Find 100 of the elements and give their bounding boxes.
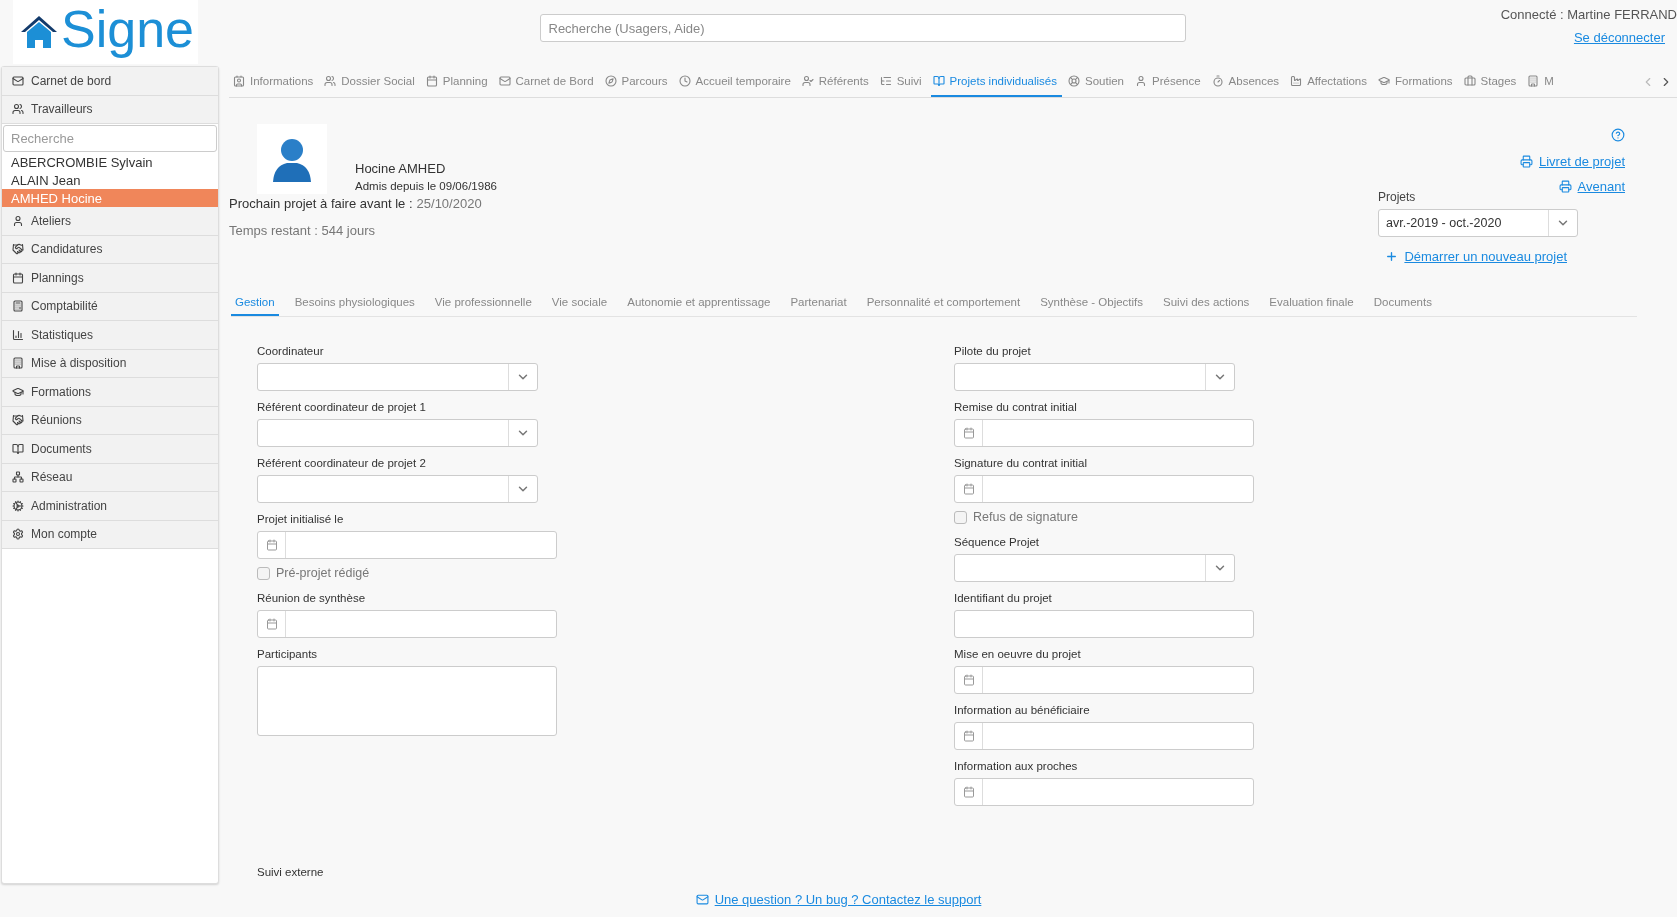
tab[interactable]: Planning	[423, 67, 493, 97]
sidebar-item[interactable]: Statistiques	[2, 321, 218, 350]
section-tab[interactable]: Gestion	[231, 296, 279, 316]
field-label: Coordinateur	[257, 345, 325, 357]
book-icon	[12, 442, 24, 455]
tab[interactable]: Dossier Social	[322, 67, 420, 97]
envelope-icon	[12, 74, 24, 87]
new-project-link[interactable]: Démarrer un nouveau projet	[1385, 249, 1567, 264]
projects-label: Projets	[1378, 190, 1416, 204]
field-label: Référent coordinateur de projet 2	[257, 457, 427, 469]
tab[interactable]: Stages	[1461, 67, 1522, 97]
sidebar-item[interactable]: Travailleurs	[2, 95, 218, 124]
sidebar-item[interactable]: Ateliers	[2, 207, 218, 236]
tab[interactable]: Projets individualisés	[930, 67, 1062, 97]
sidebar-item[interactable]: Mise à disposition	[2, 349, 218, 378]
plus-icon	[1385, 250, 1399, 263]
date-field[interactable]	[954, 419, 1254, 447]
person-icon	[12, 214, 24, 227]
tab[interactable]: Affectations	[1288, 67, 1372, 97]
gears-icon	[12, 499, 24, 512]
field-label: Information aux proches	[954, 760, 1079, 772]
section-tab[interactable]: Personnalité et comportement	[862, 296, 1025, 316]
sidebar-item[interactable]: Candidatures	[2, 235, 218, 264]
field-label: Mise en oeuvre du projet	[954, 648, 1082, 660]
date-field[interactable]	[954, 666, 1254, 694]
select-field[interactable]	[954, 363, 1235, 391]
section-tab[interactable]: Besoins physiologiques	[290, 296, 419, 316]
logout-link[interactable]: Se déconnecter	[1573, 30, 1665, 45]
field-label: Pilote du projet	[954, 345, 1032, 357]
sidebar-item[interactable]: Réunions	[2, 406, 218, 435]
worker-item[interactable]: ABERCROMBIE Sylvain	[2, 153, 218, 171]
building-icon	[1527, 75, 1540, 87]
network-icon	[12, 471, 24, 484]
date-field[interactable]	[257, 531, 557, 559]
section-tab[interactable]: Documents	[1369, 296, 1436, 316]
date-field[interactable]	[954, 475, 1254, 503]
sidebar-item[interactable]: Plannings	[2, 264, 218, 293]
tab[interactable]: Soutien	[1066, 67, 1129, 97]
tab[interactable]: Absences	[1209, 67, 1285, 97]
support-link[interactable]: Une question ? Un bug ? Contactez le support	[714, 892, 982, 907]
amendment-link[interactable]: Avenant	[1558, 179, 1625, 194]
search-field[interactable]: Recherche (Usagers, Aide)	[539, 14, 1186, 42]
tab[interactable]: Accueil temporaire	[676, 67, 796, 97]
sidebar-item[interactable]: Réseau	[2, 463, 218, 492]
tab[interactable]: M	[1525, 67, 1559, 97]
worker-item[interactable]: AMHED Hocine	[2, 189, 218, 207]
building-icon	[12, 357, 24, 370]
calendar-icon	[962, 427, 975, 439]
calculator-icon	[12, 300, 24, 313]
field-label: Réunion de synthèse	[257, 592, 367, 604]
select-field[interactable]	[954, 554, 1235, 582]
users-icon	[12, 103, 24, 116]
worker-item[interactable]: ALAIN Jean	[2, 171, 218, 189]
sidebar-item[interactable]: Comptabilité	[2, 292, 218, 321]
sidebar-item[interactable]: Formations	[2, 378, 218, 407]
sidebar-item[interactable]: Mon compte	[2, 520, 218, 549]
list-icon	[879, 75, 892, 87]
date-field[interactable]	[954, 778, 1254, 806]
sidebar-item[interactable]: Documents	[2, 435, 218, 464]
select-field[interactable]	[257, 363, 538, 391]
tab[interactable]: Formations	[1376, 67, 1458, 97]
text-area[interactable]	[257, 666, 557, 736]
input-field[interactable]	[954, 610, 1254, 638]
tab[interactable]: Présence	[1133, 67, 1206, 97]
help-icon[interactable]	[1611, 128, 1625, 142]
field-label: Participants	[257, 648, 319, 660]
date-field[interactable]	[954, 722, 1254, 750]
tab[interactable]: Informations	[231, 67, 319, 97]
bar-chart-icon	[12, 328, 24, 341]
connected-user: Connecté : Martine FERRAND	[1500, 7, 1677, 22]
date-field[interactable]	[257, 610, 557, 638]
tab[interactable]: Référents	[799, 67, 874, 97]
section-tab[interactable]: Vie sociale	[547, 296, 612, 316]
projects-select[interactable]: avr.-2019 - oct.-2020	[1378, 209, 1578, 237]
calendar-icon	[425, 75, 438, 87]
select-field[interactable]	[257, 419, 538, 447]
id-card-icon	[233, 75, 245, 87]
search-field[interactable]: Recherche	[3, 125, 217, 152]
sidebar-item[interactable]: Administration	[2, 492, 218, 521]
book-icon	[932, 75, 945, 87]
select-field[interactable]	[257, 475, 538, 503]
avatar-icon	[257, 124, 327, 194]
section-tab[interactable]: Vie professionnelle	[430, 296, 536, 316]
tab[interactable]: Suivi	[877, 67, 927, 97]
section-tab[interactable]: Partenariat	[786, 296, 851, 316]
checkbox-label: Refus de signature	[973, 510, 1078, 524]
section-tab[interactable]: Synthèse - Objectifs	[1036, 296, 1148, 316]
tab[interactable]: Parcours	[602, 67, 673, 97]
section-tab[interactable]: Autonomie et apprentissage	[623, 296, 775, 316]
calendar-icon	[962, 483, 975, 495]
tab[interactable]: Carnet de Bord	[496, 67, 599, 97]
booklet-link[interactable]: Livret de projet	[1520, 154, 1625, 169]
field-label: Référent coordinateur de projet 1	[257, 401, 427, 413]
section-tab[interactable]: Evaluation finale	[1265, 296, 1358, 316]
checkbox[interactable]	[954, 510, 967, 524]
section-tab[interactable]: Suivi des actions	[1159, 296, 1254, 316]
sidebar-item[interactable]: Carnet de bord	[2, 67, 218, 96]
compass-icon	[604, 75, 617, 87]
calendar-icon	[962, 730, 975, 742]
checkbox[interactable]	[257, 566, 270, 580]
